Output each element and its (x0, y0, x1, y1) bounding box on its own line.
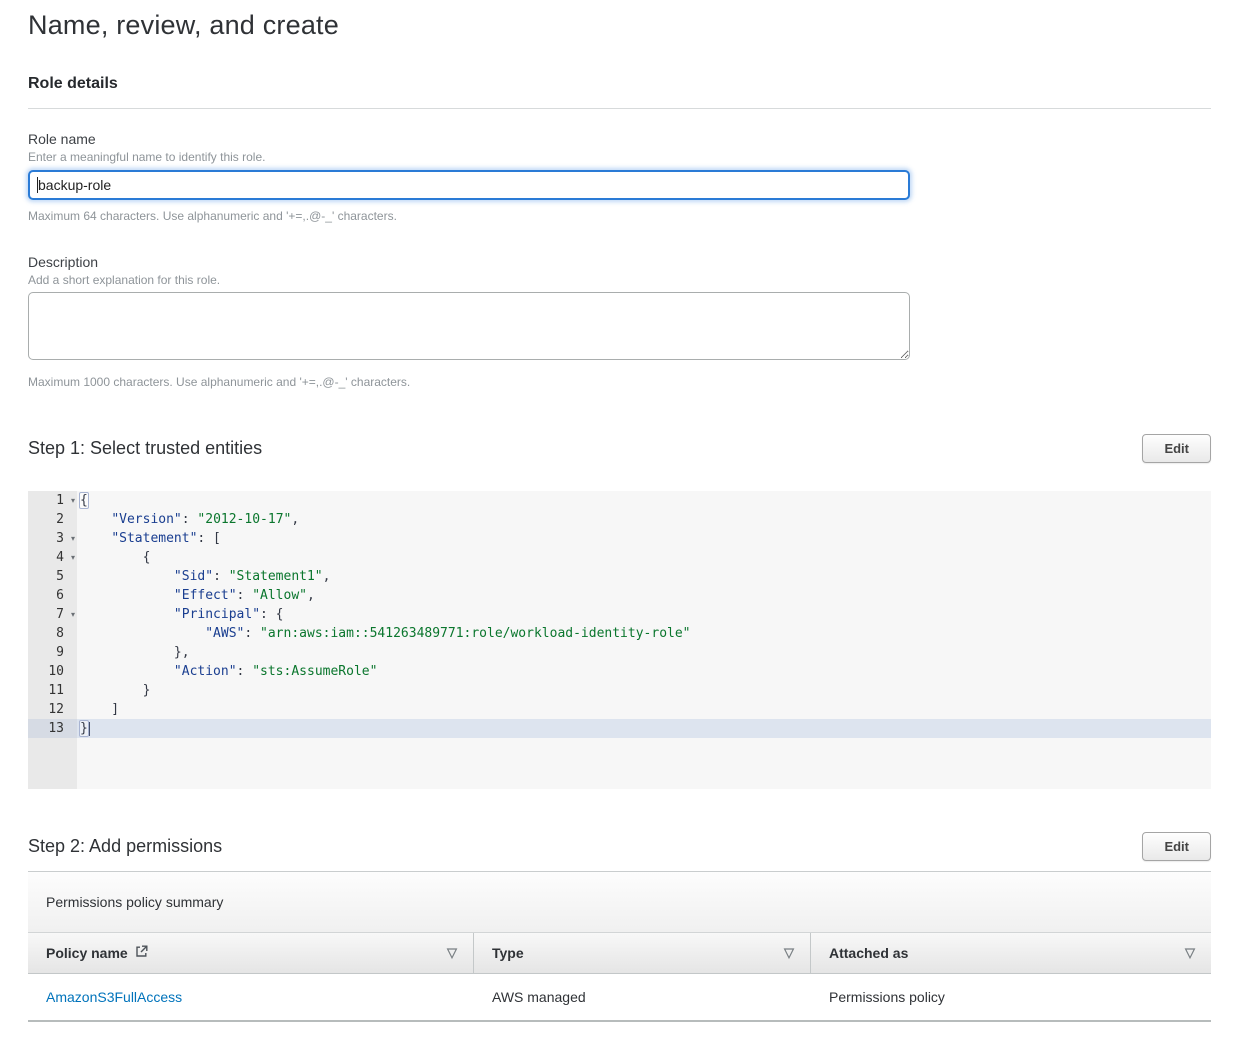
editor-line[interactable]: 9 }, (28, 643, 1211, 662)
permissions-panel: Permissions policy summary Policy name ▽… (28, 871, 1211, 1022)
editor-line[interactable]: 12 ] (28, 700, 1211, 719)
fold-arrow-icon[interactable]: ▾ (71, 529, 75, 548)
fold-arrow-icon[interactable]: ▾ (71, 491, 75, 510)
trust-policy-editor[interactable]: 1▾{2 "Version": "2012-10-17",3▾ "Stateme… (28, 491, 1211, 789)
filter-icon[interactable]: ▽ (784, 945, 794, 961)
fold-arrow-icon[interactable]: ▾ (71, 605, 75, 624)
policy-table-header: Policy name ▽ Type ▽ Attached as ▽ (28, 932, 1211, 974)
editor-line[interactable]: 1▾{ (28, 491, 1211, 510)
editor-line-number: 2 (28, 510, 77, 529)
cell-attached-as: Permissions policy (811, 974, 1211, 1020)
role-name-label: Role name (28, 130, 1211, 148)
description-constraint: Maximum 1000 characters. Use alphanumeri… (28, 375, 1211, 389)
editor-line-number: 10 (28, 662, 77, 681)
role-name-input[interactable] (28, 170, 910, 200)
role-name-constraint: Maximum 64 characters. Use alphanumeric … (28, 209, 1211, 223)
permissions-panel-title: Permissions policy summary (28, 872, 1211, 932)
editor-line-number: 6 (28, 586, 77, 605)
page-title: Name, review, and create (28, 10, 1211, 41)
editor-line-number: 9 (28, 643, 77, 662)
editor-line-number: 4▾ (28, 548, 77, 567)
page: Name, review, and create Role details Ro… (0, 10, 1242, 1022)
fold-arrow-icon[interactable]: ▾ (71, 548, 75, 567)
description-hint: Add a short explanation for this role. (28, 273, 1211, 288)
editor-line-number: 5 (28, 567, 77, 586)
editor-line[interactable]: 2 "Version": "2012-10-17", (28, 510, 1211, 529)
description-textarea[interactable] (28, 292, 910, 360)
policy-editor-lines: 1▾{2 "Version": "2012-10-17",3▾ "Stateme… (28, 491, 1211, 738)
editor-line[interactable]: 4▾ { (28, 548, 1211, 567)
editor-line-number: 3▾ (28, 529, 77, 548)
step1-edit-button[interactable]: Edit (1142, 434, 1211, 463)
editor-line[interactable]: 13} (28, 719, 1211, 738)
column-header-policy-name[interactable]: Policy name ▽ (28, 933, 474, 973)
step2-edit-button[interactable]: Edit (1142, 832, 1211, 861)
policy-link[interactable]: AmazonS3FullAccess (46, 989, 182, 1005)
editor-line-number: 11 (28, 681, 77, 700)
description-label: Description (28, 253, 1211, 271)
external-link-icon[interactable] (135, 945, 148, 961)
editor-line[interactable]: 5 "Sid": "Statement1", (28, 567, 1211, 586)
cell-policy-type: AWS managed (474, 974, 811, 1020)
column-header-attached-as[interactable]: Attached as ▽ (811, 933, 1211, 973)
filter-icon[interactable]: ▽ (1185, 945, 1195, 961)
editor-line-number: 12 (28, 700, 77, 719)
editor-line-number: 8 (28, 624, 77, 643)
editor-line-number: 7▾ (28, 605, 77, 624)
table-row: AmazonS3FullAccess AWS managed Permissio… (28, 974, 1211, 1022)
editor-line[interactable]: 11 } (28, 681, 1211, 700)
editor-line[interactable]: 3▾ "Statement": [ (28, 529, 1211, 548)
role-details-heading: Role details (28, 75, 1211, 93)
editor-line-number: 13 (28, 719, 77, 738)
step2-heading: Step 2: Add permissions (28, 836, 222, 857)
text-cursor (37, 177, 38, 193)
editor-line-number: 1▾ (28, 491, 77, 510)
editor-line[interactable]: 6 "Effect": "Allow", (28, 586, 1211, 605)
column-header-type[interactable]: Type ▽ (474, 933, 811, 973)
editor-line[interactable]: 8 "AWS": "arn:aws:iam::541263489771:role… (28, 624, 1211, 643)
step1-heading: Step 1: Select trusted entities (28, 438, 262, 459)
editor-line[interactable]: 7▾ "Principal": { (28, 605, 1211, 624)
editor-cursor (89, 722, 90, 736)
filter-icon[interactable]: ▽ (447, 945, 457, 961)
section-divider (28, 108, 1211, 109)
editor-line[interactable]: 10 "Action": "sts:AssumeRole" (28, 662, 1211, 681)
role-name-hint: Enter a meaningful name to identify this… (28, 150, 1211, 165)
